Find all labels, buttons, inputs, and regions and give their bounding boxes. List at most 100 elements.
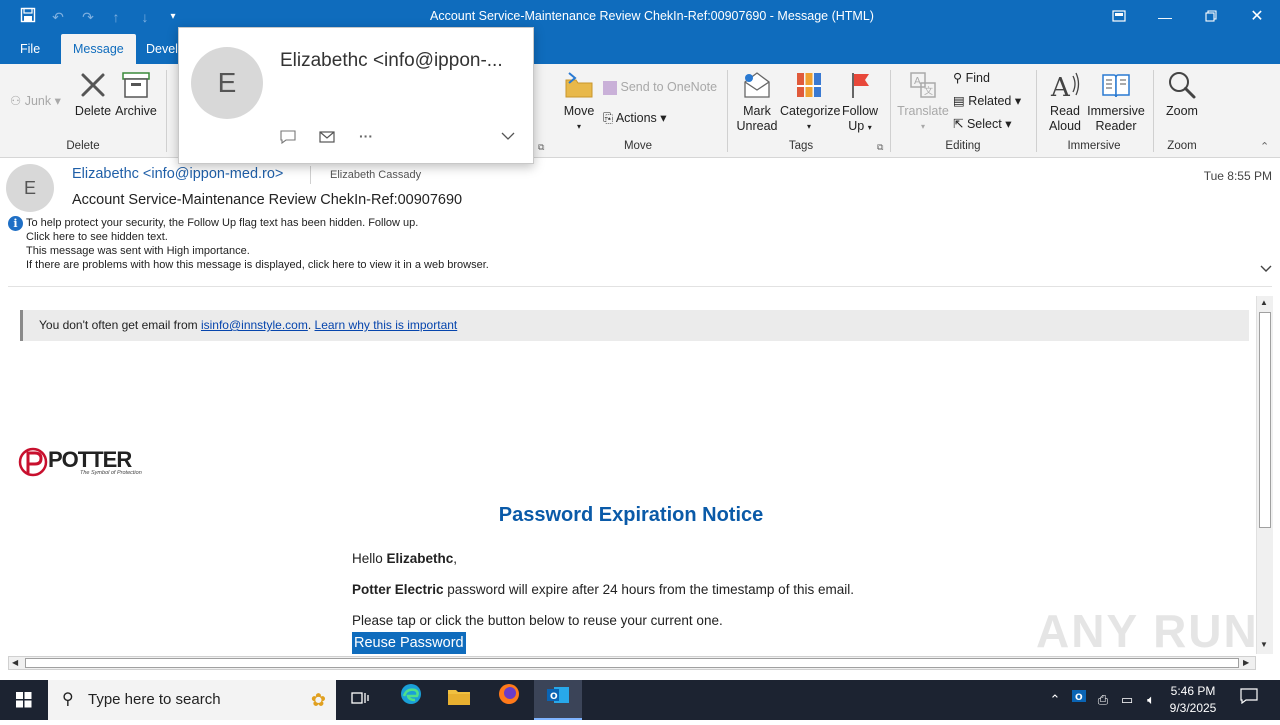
close-icon[interactable]: ✕ bbox=[1234, 0, 1280, 34]
horizontal-scroll-thumb[interactable] bbox=[25, 658, 1239, 668]
firefox-icon[interactable] bbox=[485, 680, 533, 720]
meet-now-icon[interactable]: ⎙ bbox=[1092, 680, 1114, 720]
immersive-reader-icon bbox=[1102, 74, 1130, 98]
select-cursor-icon: ⇱ bbox=[953, 117, 964, 131]
recipient-name[interactable]: Elizabeth Cassady bbox=[330, 169, 421, 181]
message-body: You don't often get email from isinfo@in… bbox=[0, 296, 1256, 656]
minimize-icon[interactable]: — bbox=[1142, 0, 1188, 34]
vertical-scrollbar[interactable]: ▲ ▼ bbox=[1256, 296, 1273, 654]
translate-icon: A文 bbox=[910, 72, 936, 98]
respond-dialog-launcher-icon[interactable]: ⧉ bbox=[538, 142, 544, 153]
scroll-right-arrow-icon[interactable]: ▶ bbox=[1243, 658, 1249, 667]
customize-qat-icon[interactable]: ▾ bbox=[163, 7, 183, 27]
previous-item-icon[interactable]: ↑ bbox=[106, 7, 126, 27]
translate-dropdown-icon: ▾ bbox=[920, 122, 925, 131]
tab-message[interactable]: Message bbox=[61, 34, 136, 64]
translate-button[interactable]: A文 Translate ▾ bbox=[896, 70, 950, 134]
edge-browser-icon[interactable] bbox=[387, 680, 435, 720]
task-view-icon[interactable] bbox=[336, 680, 384, 720]
tags-dialog-launcher-icon[interactable]: ⧉ bbox=[877, 142, 883, 153]
next-item-icon[interactable]: ↓ bbox=[135, 7, 155, 27]
svg-text:文: 文 bbox=[924, 85, 933, 97]
start-button[interactable] bbox=[0, 680, 48, 720]
info-icon: i bbox=[8, 216, 23, 231]
move-button[interactable]: Move ▾ bbox=[558, 70, 600, 134]
scroll-down-arrow-icon[interactable]: ▼ bbox=[1260, 640, 1268, 649]
junk-icon: ⚇ bbox=[10, 94, 22, 108]
zoom-button[interactable]: Zoom bbox=[1160, 70, 1204, 119]
group-separator bbox=[727, 70, 728, 152]
delete-button[interactable]: Delete bbox=[72, 70, 114, 119]
network-icon[interactable]: ▭ bbox=[1116, 680, 1138, 720]
svg-text:O: O bbox=[550, 692, 558, 702]
mark-unread-button[interactable]: Mark Unread bbox=[734, 70, 780, 134]
expand-header-chevron-icon[interactable] bbox=[1260, 262, 1272, 276]
contact-card-name: Elizabethc <info@ippon-... bbox=[280, 50, 503, 71]
flag-icon bbox=[852, 73, 869, 98]
show-hidden-icons-icon[interactable]: ⌃ bbox=[1044, 680, 1066, 720]
windows-logo-icon bbox=[16, 692, 32, 708]
sender-avatar[interactable]: E bbox=[6, 164, 54, 212]
header-divider bbox=[8, 286, 1272, 287]
read-aloud-icon: A bbox=[1050, 72, 1080, 103]
archive-button[interactable]: Archive bbox=[114, 70, 158, 119]
related-button[interactable]: ▤ Related ▾ bbox=[953, 92, 1021, 110]
more-options-icon[interactable]: ··· bbox=[359, 128, 373, 144]
immersive-reader-button[interactable]: Immersive Reader bbox=[1086, 70, 1146, 134]
redo-icon[interactable]: ↷ bbox=[78, 7, 98, 27]
expand-card-chevron-icon[interactable] bbox=[501, 128, 515, 144]
message-date: Tue 8:55 PM bbox=[1203, 169, 1272, 183]
warning-sender-email-link[interactable]: isinfo@innstyle.com bbox=[201, 318, 308, 332]
chat-icon[interactable] bbox=[280, 130, 296, 147]
collapse-ribbon-icon[interactable]: ⌃ bbox=[1260, 140, 1269, 153]
learn-why-important-link[interactable]: Learn why this is important bbox=[315, 318, 458, 332]
infobar-security-notice[interactable]: To help protect your security, the Follo… bbox=[26, 217, 418, 229]
move-group-label: Move bbox=[623, 140, 653, 152]
taskbar-search-box[interactable]: ⚲ Type here to search ✿ bbox=[48, 680, 336, 720]
expiry-text: Potter Electric password will expire aft… bbox=[352, 582, 854, 597]
sender-name[interactable]: Elizabethc <info@ippon-med.ro> bbox=[72, 166, 283, 182]
undo-icon[interactable]: ↶ bbox=[48, 7, 68, 27]
vertical-scroll-thumb[interactable] bbox=[1259, 312, 1271, 528]
email-icon[interactable] bbox=[319, 130, 335, 146]
file-explorer-icon[interactable] bbox=[435, 680, 483, 720]
categorize-dropdown-icon: ▾ bbox=[806, 122, 811, 131]
tab-file[interactable]: File bbox=[8, 34, 52, 64]
save-icon[interactable] bbox=[18, 7, 38, 27]
restore-icon[interactable] bbox=[1188, 0, 1234, 34]
infobar-high-importance: This message was sent with High importan… bbox=[26, 245, 250, 257]
infobar-hidden-text-link[interactable]: Click here to see hidden text. bbox=[26, 231, 168, 243]
taskbar-clock[interactable]: 5:46 PM 9/3/2025 bbox=[1160, 683, 1226, 717]
send-to-onenote-button[interactable]: Send to OneNote bbox=[603, 78, 717, 96]
anyrun-watermark: ANY RUN bbox=[1036, 605, 1259, 657]
scroll-up-arrow-icon[interactable]: ▲ bbox=[1260, 298, 1268, 307]
group-separator bbox=[890, 70, 891, 152]
ribbon-display-options-icon[interactable] bbox=[1096, 0, 1142, 34]
actions-button[interactable]: ⎘ Actions ▾ bbox=[603, 109, 667, 127]
find-button[interactable]: ⚲ Find bbox=[953, 69, 990, 87]
outlook-taskbar-icon[interactable]: O bbox=[534, 680, 582, 720]
search-icon: ⚲ bbox=[62, 691, 74, 708]
outlook-tray-icon[interactable]: O bbox=[1068, 680, 1090, 720]
delete-icon bbox=[81, 73, 105, 97]
header-separator bbox=[310, 166, 311, 184]
immersive-group-label: Immersive bbox=[1067, 140, 1121, 152]
group-separator bbox=[1036, 70, 1037, 152]
read-aloud-button[interactable]: A Read Aloud bbox=[1042, 70, 1088, 134]
scroll-left-arrow-icon[interactable]: ◀ bbox=[12, 658, 18, 667]
junk-button[interactable]: ⚇ Junk ▾ bbox=[10, 92, 61, 110]
group-separator bbox=[166, 70, 167, 152]
notifications-icon[interactable] bbox=[1234, 680, 1264, 720]
external-sender-warning: You don't often get email from isinfo@in… bbox=[20, 310, 1249, 341]
horizontal-scrollbar[interactable]: ◀ ▶ bbox=[8, 656, 1256, 670]
message-subject: Account Service-Maintenance Review ChekI… bbox=[72, 192, 463, 208]
reuse-password-button[interactable]: Reuse Password bbox=[352, 632, 466, 654]
svg-text:A: A bbox=[1050, 73, 1071, 100]
categorize-button[interactable]: Categorize ▾ bbox=[780, 70, 840, 134]
follow-up-button[interactable]: Follow Up ▾ bbox=[839, 70, 881, 135]
volume-icon[interactable]: 🔈︎ bbox=[1140, 680, 1162, 720]
archive-icon bbox=[122, 72, 150, 98]
group-separator bbox=[1153, 70, 1154, 152]
infobar-view-in-browser[interactable]: If there are problems with how this mess… bbox=[26, 259, 489, 271]
select-button[interactable]: ⇱ Select ▾ bbox=[953, 115, 1011, 133]
